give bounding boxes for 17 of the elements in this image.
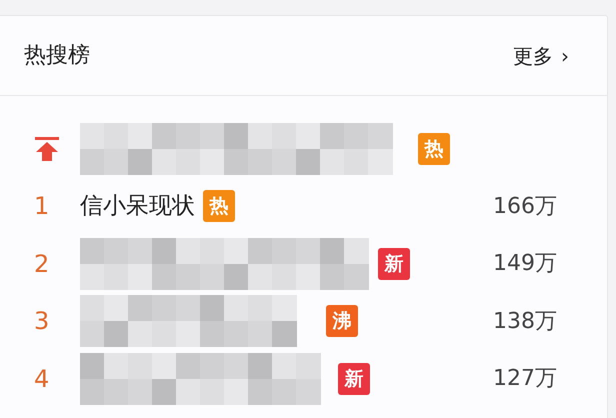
topic-badge: 热 [418,132,450,165]
pin-to-top-icon [34,136,60,162]
topic-badge: 新 [378,248,410,280]
search-count: 138万 [493,308,557,336]
topic-link[interactable]: 信小呆现状 [80,189,195,224]
search-count: 149万 [493,250,557,278]
topic-badge: 热 [203,190,235,222]
rank-number: 1 [34,191,50,222]
more-link[interactable]: 更多 › [513,40,569,70]
search-count: 166万 [493,192,557,221]
topic-badge: 沸 [326,305,358,338]
panel-title: 热搜榜 [24,42,90,70]
rank-number: 3 [34,306,50,338]
rank-number: 2 [34,248,50,280]
rank-number: 4 [34,364,50,395]
search-count: 127万 [493,365,557,394]
topic-badge: 新 [338,362,370,395]
